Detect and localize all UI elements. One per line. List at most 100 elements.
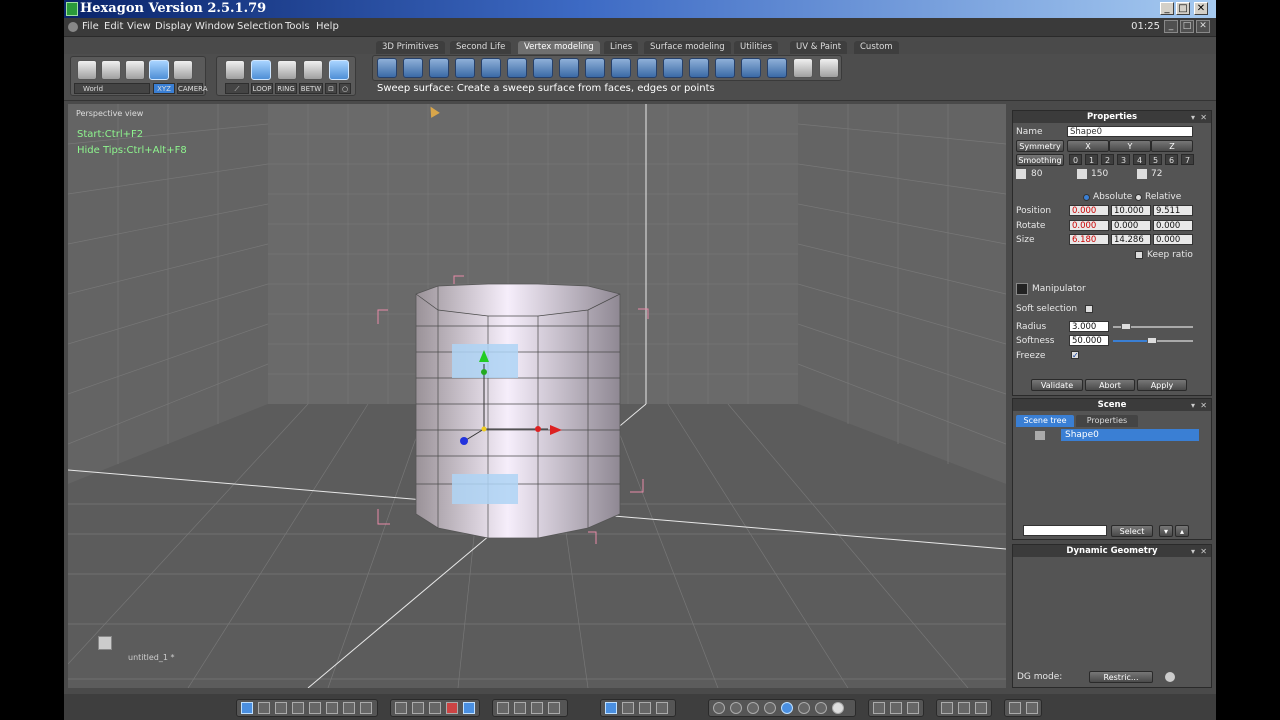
slice-icon[interactable]: [481, 58, 501, 78]
position-x-field[interactable]: 0.000: [1069, 205, 1109, 216]
tesselate-icon[interactable]: [507, 58, 527, 78]
manipulator-icon[interactable]: [1016, 283, 1028, 295]
symmetry-button[interactable]: Symmetry: [1016, 140, 1064, 152]
size-x-field[interactable]: 6.180: [1069, 234, 1109, 245]
tab-utilities[interactable]: Utilities: [734, 41, 778, 54]
tab-uv-paint[interactable]: UV & Paint: [790, 41, 848, 54]
menu-window[interactable]: Window: [195, 21, 234, 32]
fill-icon[interactable]: [611, 58, 631, 78]
position-z-field[interactable]: 9.511: [1153, 205, 1193, 216]
symmetry-x-button[interactable]: X: [1067, 140, 1109, 152]
doc-minimize-button[interactable]: _: [1164, 20, 1178, 33]
mirror-icon[interactable]: [767, 58, 787, 78]
brush-select-button[interactable]: ⟋: [225, 83, 249, 94]
universal-manipulator-icon[interactable]: [605, 702, 617, 714]
screenshot-icon[interactable]: [1009, 702, 1021, 714]
scene-up-button[interactable]: ▴: [1175, 525, 1189, 537]
smoothing-level-1[interactable]: 1: [1085, 154, 1098, 165]
rotate-z-field[interactable]: 0.000: [1153, 220, 1193, 231]
invert-select-button[interactable]: ⊡: [325, 83, 337, 94]
layout-two-v-icon[interactable]: [292, 702, 304, 714]
smoothing-button[interactable]: Smoothing: [1016, 154, 1064, 166]
ambient-occlusion-icon[interactable]: [815, 702, 827, 714]
smoothing-level-7[interactable]: 7: [1181, 154, 1194, 165]
menu-file[interactable]: File: [82, 21, 99, 32]
tab-surface-modeling[interactable]: Surface modeling: [644, 41, 731, 54]
symmetry-y-button[interactable]: Y: [1109, 140, 1151, 152]
ring-button[interactable]: RING: [275, 83, 297, 94]
texture-icon[interactable]: [429, 702, 441, 714]
point-mode-icon[interactable]: [303, 60, 323, 80]
scene-select-button[interactable]: Select: [1111, 525, 1153, 537]
abort-button[interactable]: Abort: [1085, 379, 1135, 391]
magnify-icon[interactable]: [819, 58, 839, 78]
object-mode-icon[interactable]: [225, 60, 245, 80]
dg-close-icon[interactable]: ✕: [1200, 546, 1207, 558]
layout-three-icon[interactable]: [309, 702, 321, 714]
layout-single-icon[interactable]: [241, 702, 253, 714]
ghost-icon[interactable]: [173, 60, 193, 80]
layout-split-icon[interactable]: [360, 702, 372, 714]
layout-two-h-icon[interactable]: [275, 702, 287, 714]
inset-icon[interactable]: [455, 58, 475, 78]
grid-snap-icon[interactable]: [975, 702, 987, 714]
tab-custom[interactable]: Custom: [854, 41, 899, 54]
orbit-icon[interactable]: [548, 702, 560, 714]
name-field[interactable]: Shape0: [1067, 126, 1193, 137]
add-point-icon[interactable]: [793, 58, 813, 78]
smoothing-level-3[interactable]: 3: [1117, 154, 1130, 165]
paint-icon[interactable]: [412, 702, 424, 714]
layout-quad-icon[interactable]: [258, 702, 270, 714]
camera-icon[interactable]: [1026, 702, 1038, 714]
symmetry-icon[interactable]: [958, 702, 970, 714]
rotate-y-field[interactable]: 0.000: [1111, 220, 1151, 231]
textured-sphere-icon[interactable]: [798, 702, 810, 714]
relative-radio[interactable]: [1135, 194, 1142, 201]
menu-view[interactable]: View: [127, 21, 151, 32]
edge-mode-icon[interactable]: [277, 60, 297, 80]
close-button[interactable]: ✕: [1194, 2, 1208, 15]
size-y-field[interactable]: 14.286: [1111, 234, 1151, 245]
scene-close-icon[interactable]: ✕: [1200, 400, 1207, 412]
flat-sphere-icon[interactable]: [747, 702, 759, 714]
lasso-icon[interactable]: [101, 60, 121, 80]
color-grid-icon[interactable]: [446, 702, 458, 714]
paint-select-icon[interactable]: [125, 60, 145, 80]
size-z-field[interactable]: 0.000: [1153, 234, 1193, 245]
hidden-line-sphere-icon[interactable]: [730, 702, 742, 714]
loop-button[interactable]: LOOP: [251, 83, 273, 94]
face-mode-icon[interactable]: [251, 60, 271, 80]
tab-3d-primitives[interactable]: 3D Primitives: [376, 41, 445, 54]
scene-item-shape0[interactable]: Shape0: [1061, 429, 1199, 441]
bevel-icon[interactable]: [429, 58, 449, 78]
backface-icon[interactable]: [873, 702, 885, 714]
edge-split-icon[interactable]: [715, 58, 735, 78]
minimize-button[interactable]: _: [1160, 2, 1174, 15]
radius-field[interactable]: 3.000: [1069, 321, 1109, 332]
smooth-sphere-icon[interactable]: [764, 702, 776, 714]
radius-slider-knob[interactable]: [1121, 323, 1131, 330]
extrude-icon[interactable]: [403, 58, 423, 78]
sweep-surface-icon[interactable]: [377, 58, 397, 78]
smoothing-level-2[interactable]: 2: [1101, 154, 1114, 165]
scene-select-dropdown[interactable]: ▾: [1159, 525, 1173, 537]
auto-mode-icon[interactable]: [329, 60, 349, 80]
smooth-icon[interactable]: [637, 58, 657, 78]
rotate-x-field[interactable]: 0.000: [1069, 220, 1109, 231]
wireframe-sphere-icon[interactable]: [713, 702, 725, 714]
dg-toggle-icon[interactable]: [1165, 672, 1175, 682]
menu-edit[interactable]: Edit: [104, 21, 123, 32]
render-sphere-icon[interactable]: [832, 702, 844, 714]
validate-button[interactable]: Validate: [1031, 379, 1083, 391]
apply-button[interactable]: Apply: [1137, 379, 1187, 391]
properties-close-icon[interactable]: ✕: [1200, 112, 1207, 124]
xray-icon[interactable]: [890, 702, 902, 714]
softness-field[interactable]: 50.000: [1069, 335, 1109, 346]
bridge-icon[interactable]: [585, 58, 605, 78]
soft-selection-checkbox[interactable]: [1085, 305, 1093, 313]
smoothing-level-4[interactable]: 4: [1133, 154, 1146, 165]
select-arrow-icon[interactable]: [77, 60, 97, 80]
weld-icon[interactable]: [559, 58, 579, 78]
dg-mode-dropdown[interactable]: Restric...: [1089, 671, 1153, 683]
dissolve-icon[interactable]: [663, 58, 683, 78]
